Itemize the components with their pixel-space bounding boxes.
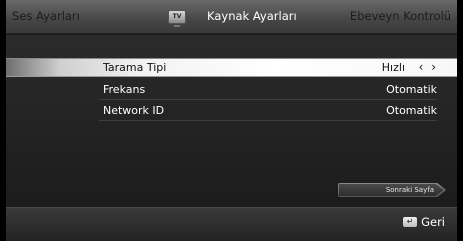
- setting-value: Hızlı: [381, 61, 405, 74]
- menu-frame: Ses Ayarları TV Kaynak Ayarları Ebeveyn …: [6, 0, 457, 241]
- tab-ses-ayarlari[interactable]: Ses Ayarları: [12, 9, 80, 23]
- tv-settings-screen: Ses Ayarları TV Kaynak Ayarları Ebeveyn …: [0, 0, 463, 241]
- back-return-icon: ↵: [403, 217, 418, 227]
- tab-kaynak-ayarlari[interactable]: Kaynak Ayarları: [207, 9, 297, 23]
- tab-ebeveyn-kontrolu[interactable]: Ebeveyn Kontrolü: [350, 9, 451, 23]
- setting-label: Frekans: [103, 83, 146, 96]
- setting-row-tarama-tipi[interactable]: Tarama Tipi Hızlı ‹ ›: [99, 58, 437, 77]
- setting-value: Otomatik: [386, 83, 437, 96]
- setting-value: Otomatik: [386, 104, 437, 117]
- menu-footer: ↵ Geri: [6, 207, 457, 241]
- menu-header: Ses Ayarları TV Kaynak Ayarları Ebeveyn …: [6, 0, 457, 34]
- setting-row-frekans[interactable]: Frekans Otomatik: [99, 79, 437, 100]
- setting-label: Tarama Tipi: [103, 61, 167, 74]
- setting-row-network-id[interactable]: Network ID Otomatik: [99, 100, 437, 121]
- back-button[interactable]: ↵ Geri: [403, 214, 445, 230]
- next-page-label: Sonraki Sayfa: [385, 186, 434, 194]
- left-right-arrows-icon[interactable]: ‹ ›: [419, 58, 438, 77]
- setting-label: Network ID: [103, 104, 165, 117]
- next-page-button-face: Sonraki Sayfa: [339, 184, 444, 196]
- tv-icon: TV: [168, 10, 186, 27]
- next-page-button[interactable]: Sonraki Sayfa: [338, 183, 446, 197]
- back-label: Geri: [421, 215, 445, 229]
